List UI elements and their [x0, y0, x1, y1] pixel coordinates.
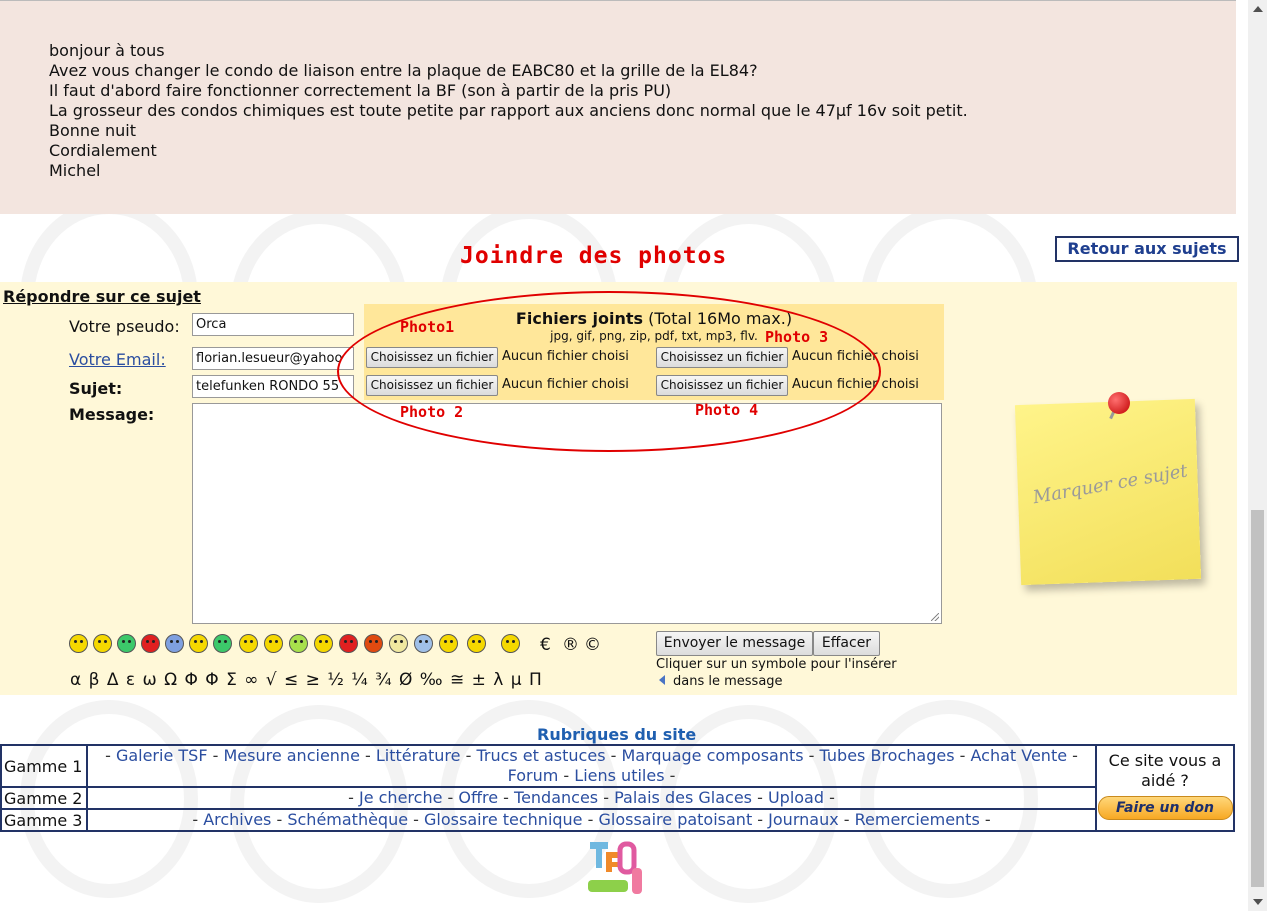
- section-link[interactable]: Je cherche: [359, 788, 442, 807]
- message-line: Avez vous changer le condo de liaison en…: [49, 61, 758, 80]
- section-link[interactable]: Tendances: [514, 788, 598, 807]
- smiley-icon[interactable]: [239, 634, 258, 653]
- clear-button[interactable]: Effacer: [813, 631, 880, 656]
- smiley-icon[interactable]: [93, 634, 112, 653]
- section-link[interactable]: Archives: [203, 810, 271, 829]
- smiley-icon[interactable]: [501, 634, 520, 653]
- smiley-icon[interactable]: [165, 634, 184, 653]
- section-link[interactable]: Schémathèque: [287, 810, 408, 829]
- smiley-icon[interactable]: [389, 634, 408, 653]
- donate-cell: Ce site vous a aidé ? Faire un don: [1095, 744, 1235, 832]
- message-body: bonjour à tous Avez vous changer le cond…: [49, 41, 968, 181]
- note-label: Marquer ce sujet: [1031, 460, 1190, 509]
- section-link[interactable]: Remerciements: [855, 810, 980, 829]
- smiley-icon[interactable]: [439, 634, 458, 653]
- site-helped-question: Ce site vous a aidé ?: [1108, 751, 1222, 790]
- section-link[interactable]: Glossaire patoisant: [598, 810, 752, 829]
- scrollbar-thumb[interactable]: [1251, 510, 1264, 887]
- subject-label: Sujet:: [69, 379, 123, 398]
- symbol-hint: Cliquer sur un symbole pour l'insérer da…: [656, 656, 897, 690]
- section-link[interactable]: Galerie TSF: [116, 746, 208, 765]
- donate-button[interactable]: Faire un don: [1097, 796, 1233, 820]
- smiley-icon[interactable]: [289, 634, 308, 653]
- section-link[interactable]: Achat Vente: [970, 746, 1067, 765]
- section-links-row-2: - Je cherche - Offre - Tendances - Palai…: [86, 786, 1097, 810]
- photo1-annotation: Photo1: [400, 318, 455, 336]
- section-link[interactable]: Journaux: [768, 810, 839, 829]
- pseudo-label: Votre pseudo:: [69, 317, 180, 336]
- euro-symbol[interactable]: €: [540, 635, 551, 655]
- subject-input[interactable]: telefunken RONDO 55: [192, 375, 354, 398]
- section-link[interactable]: Forum: [508, 766, 559, 785]
- photo3-annotation: Photo 3: [765, 328, 829, 346]
- smiley-icon[interactable]: [339, 634, 358, 653]
- section-link[interactable]: Tubes Brochages: [820, 746, 955, 765]
- section-row-label: Gamme 3: [0, 808, 88, 832]
- resize-grip-icon[interactable]: [931, 613, 939, 621]
- site-sections-title: Rubriques du site: [537, 725, 697, 744]
- symbol-bar[interactable]: α β Δ ε ω Ω Φ Φ Σ ∞ √ ≤ ≥ ½ ¼ ¾ Ø ‰ ≅ ± …: [70, 670, 543, 690]
- back-to-topics-link[interactable]: Retour aux sujets: [1055, 236, 1239, 262]
- site-sections-table: Gamme 1 - Galerie TSF - Mesure ancienne …: [0, 744, 1235, 832]
- registered-symbol[interactable]: ®: [562, 635, 579, 655]
- message-line: La grosseur des condos chimiques est tou…: [49, 101, 968, 120]
- section-row-label: Gamme 1: [0, 744, 88, 788]
- section-link[interactable]: Littérature: [376, 746, 461, 765]
- tsf-radio-logo[interactable]: [584, 838, 650, 898]
- photo4-annotation: Photo 4: [695, 401, 759, 419]
- smiley-icon[interactable]: [314, 634, 333, 653]
- smiley-icon[interactable]: [69, 634, 88, 653]
- section-row-label: Gamme 2: [0, 786, 88, 810]
- copyright-symbol[interactable]: ©: [584, 635, 601, 655]
- smiley-icon[interactable]: [264, 634, 283, 653]
- section-link[interactable]: Trucs et astuces: [476, 746, 605, 765]
- email-label-link[interactable]: Votre Email:: [69, 350, 166, 369]
- section-link[interactable]: Marquage composants: [621, 746, 803, 765]
- section-link[interactable]: Glossaire technique: [424, 810, 583, 829]
- send-message-button[interactable]: Envoyer le message: [656, 631, 813, 656]
- smiley-icon[interactable]: [364, 634, 383, 653]
- smiley-icon[interactable]: [117, 634, 136, 653]
- hint-line-1: Cliquer sur un symbole pour l'insérer: [656, 657, 897, 672]
- section-link[interactable]: Offre: [458, 788, 498, 807]
- smiley-icon[interactable]: [141, 634, 160, 653]
- pseudo-input[interactable]: Orca: [192, 313, 354, 336]
- scroll-down-arrow-icon[interactable]: [1253, 899, 1263, 905]
- section-link[interactable]: Mesure ancienne: [223, 746, 359, 765]
- smiley-icon[interactable]: [213, 634, 232, 653]
- message-line: Cordialement: [49, 141, 157, 160]
- vertical-scrollbar[interactable]: [1248, 0, 1267, 911]
- email-field[interactable]: florian.lesueur@yahoo: [192, 347, 354, 370]
- section-link[interactable]: Upload: [768, 788, 824, 807]
- smiley-icon[interactable]: [414, 634, 433, 653]
- message-line: Michel: [49, 161, 101, 180]
- section-links-row-3: - Archives - Schémathèque - Glossaire te…: [86, 808, 1097, 832]
- smiley-icon[interactable]: [467, 634, 486, 653]
- message-line: Bonne nuit: [49, 121, 136, 140]
- annotation-heading: Joindre des photos: [460, 243, 728, 269]
- left-arrow-icon: [659, 675, 665, 685]
- pushpin-icon: [1108, 392, 1130, 414]
- message-label: Message:: [69, 405, 155, 424]
- bookmark-topic-note[interactable]: Marquer ce sujet: [1014, 398, 1202, 586]
- smiley-icon[interactable]: [189, 634, 208, 653]
- reply-title[interactable]: Répondre sur ce sujet: [3, 287, 201, 306]
- scroll-up-arrow-icon[interactable]: [1253, 6, 1263, 12]
- section-link[interactable]: Liens utiles: [574, 766, 664, 785]
- hint-line-2: dans le message: [673, 674, 783, 689]
- annotation-ellipse: [337, 291, 881, 452]
- message-line: bonjour à tous: [49, 41, 165, 60]
- section-link[interactable]: Palais des Glaces: [614, 788, 752, 807]
- message-line: Il faut d'abord faire fonctionner correc…: [49, 81, 672, 100]
- photo2-annotation: Photo 2: [400, 403, 464, 421]
- section-links-row-1: - Galerie TSF - Mesure ancienne - Littér…: [86, 744, 1097, 788]
- forum-message: bonjour à tous Avez vous changer le cond…: [0, 0, 1236, 214]
